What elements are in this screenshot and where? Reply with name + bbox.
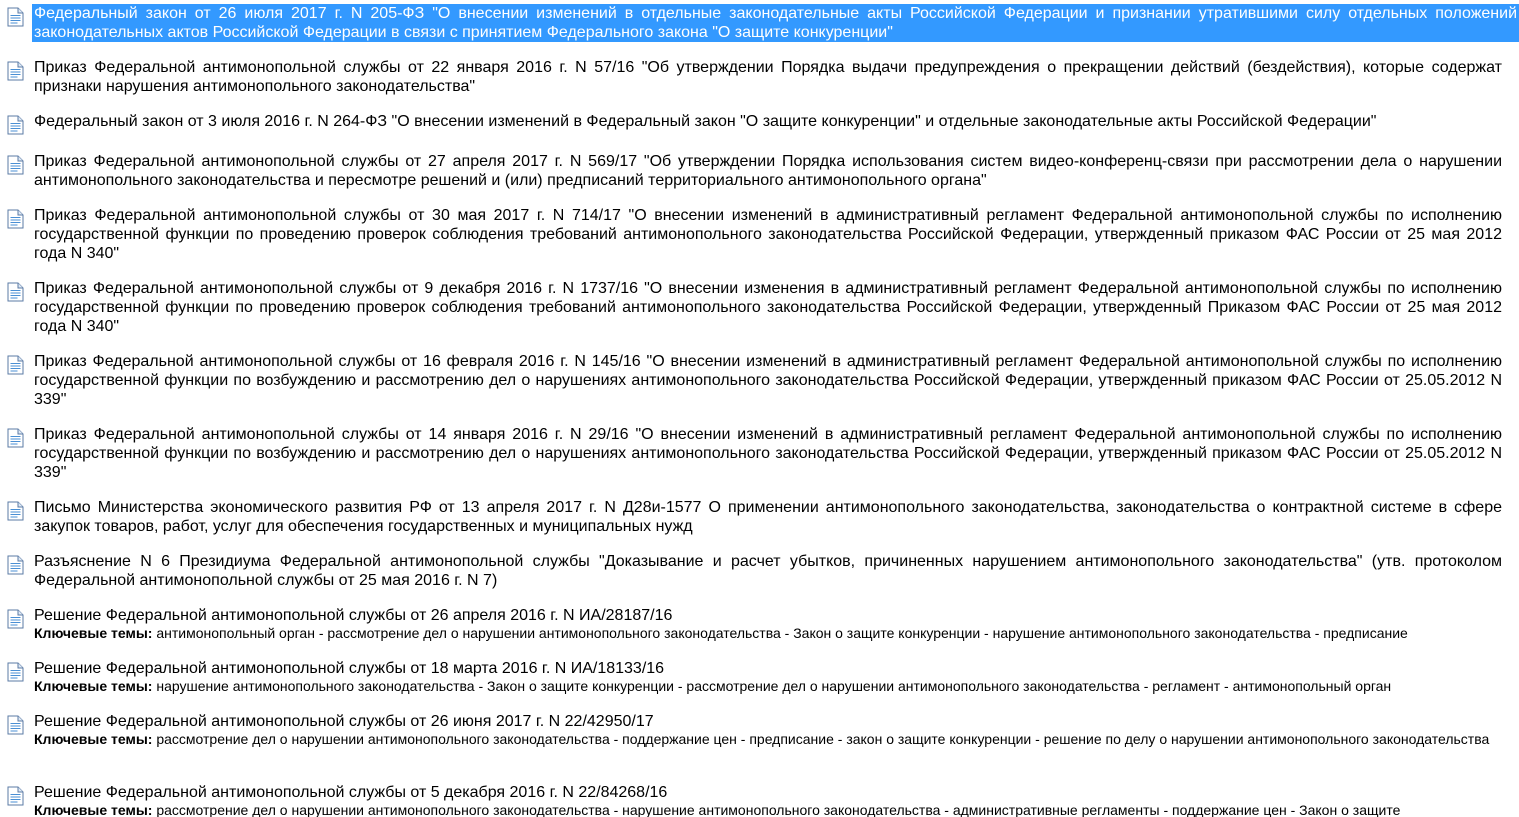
- document-icon[interactable]: [6, 555, 25, 575]
- keywords-label: Ключевые темы:: [34, 678, 153, 694]
- document-entry[interactable]: Разъяснение N 6 Президиума Федеральной а…: [32, 552, 1504, 590]
- document-title-link[interactable]: Решение Федеральной антимонопольной служ…: [34, 659, 1502, 678]
- document-list: Федеральный закон от 26 июля 2017 г. N 2…: [0, 0, 1519, 817]
- document-title-link[interactable]: Приказ Федеральной антимонопольной служб…: [34, 352, 1502, 409]
- keywords-label: Ключевые темы:: [34, 731, 153, 747]
- document-icon[interactable]: [6, 155, 25, 175]
- document-title-link[interactable]: Решение Федеральной антимонопольной служ…: [34, 606, 1502, 625]
- document-icon[interactable]: [6, 428, 25, 448]
- document-title-link[interactable]: Приказ Федеральной антимонопольной служб…: [34, 58, 1502, 96]
- document-entry[interactable]: Решение Федеральной антимонопольной служ…: [32, 606, 1504, 642]
- document-entry[interactable]: Решение Федеральной антимонопольной служ…: [32, 659, 1504, 695]
- keywords-label: Ключевые темы:: [34, 802, 153, 817]
- keywords-line: Ключевые темы: рассмотрение дел о наруше…: [34, 802, 1502, 817]
- document-title-link[interactable]: Приказ Федеральной антимонопольной служб…: [34, 152, 1502, 190]
- document-entry[interactable]: Приказ Федеральной антимонопольной служб…: [32, 152, 1504, 190]
- document-entry[interactable]: Приказ Федеральной антимонопольной служб…: [32, 58, 1504, 96]
- keywords-text: нарушение антимонопольного законодательс…: [156, 678, 1392, 694]
- keywords-text: рассмотрение дел о нарушении антимонопол…: [156, 731, 1490, 747]
- document-icon[interactable]: [6, 209, 25, 229]
- document-title-link[interactable]: Приказ Федеральной антимонопольной служб…: [34, 206, 1502, 263]
- keywords-line: Ключевые темы: рассмотрение дел о наруше…: [34, 731, 1502, 748]
- document-title-link[interactable]: Решение Федеральной антимонопольной служ…: [34, 783, 1502, 802]
- document-icon[interactable]: [6, 786, 25, 806]
- document-entry[interactable]: Федеральный закон от 26 июля 2017 г. N 2…: [32, 4, 1519, 42]
- document-title-link[interactable]: Приказ Федеральной антимонопольной служб…: [34, 425, 1502, 482]
- document-entry[interactable]: Решение Федеральной антимонопольной служ…: [32, 712, 1504, 748]
- document-icon[interactable]: [6, 355, 25, 375]
- document-entry[interactable]: Приказ Федеральной антимонопольной служб…: [32, 206, 1504, 263]
- document-title-link[interactable]: Разъяснение N 6 Президиума Федеральной а…: [34, 552, 1502, 590]
- document-entry[interactable]: Решение Федеральной антимонопольной служ…: [32, 783, 1504, 817]
- document-icon[interactable]: [6, 115, 25, 135]
- document-icon[interactable]: [6, 7, 25, 27]
- keywords-line: Ключевые темы: нарушение антимонопольног…: [34, 678, 1502, 695]
- keywords-text: антимонопольный орган - рассмотрение дел…: [156, 625, 1408, 641]
- document-entry[interactable]: Письмо Министерства экономического разви…: [32, 498, 1504, 536]
- document-entry[interactable]: Приказ Федеральной антимонопольной служб…: [32, 352, 1504, 409]
- document-entry[interactable]: Федеральный закон от 3 июля 2016 г. N 26…: [32, 112, 1504, 131]
- keywords-label: Ключевые темы:: [34, 625, 153, 641]
- document-icon[interactable]: [6, 609, 25, 629]
- document-title-link[interactable]: Федеральный закон от 26 июля 2017 г. N 2…: [34, 4, 1517, 42]
- document-entry[interactable]: Приказ Федеральной антимонопольной служб…: [32, 279, 1504, 336]
- document-icon[interactable]: [6, 501, 25, 521]
- document-title-link[interactable]: Федеральный закон от 3 июля 2016 г. N 26…: [34, 112, 1502, 131]
- document-title-link[interactable]: Приказ Федеральной антимонопольной служб…: [34, 279, 1502, 336]
- document-title-link[interactable]: Решение Федеральной антимонопольной служ…: [34, 712, 1502, 731]
- document-icon[interactable]: [6, 715, 25, 735]
- keywords-line: Ключевые темы: антимонопольный орган - р…: [34, 625, 1502, 642]
- document-entry[interactable]: Приказ Федеральной антимонопольной служб…: [32, 425, 1504, 482]
- keywords-text: рассмотрение дел о нарушении антимонопол…: [156, 802, 1401, 817]
- document-title-link[interactable]: Письмо Министерства экономического разви…: [34, 498, 1502, 536]
- document-icon[interactable]: [6, 61, 25, 81]
- document-icon[interactable]: [6, 282, 25, 302]
- document-icon[interactable]: [6, 662, 25, 682]
